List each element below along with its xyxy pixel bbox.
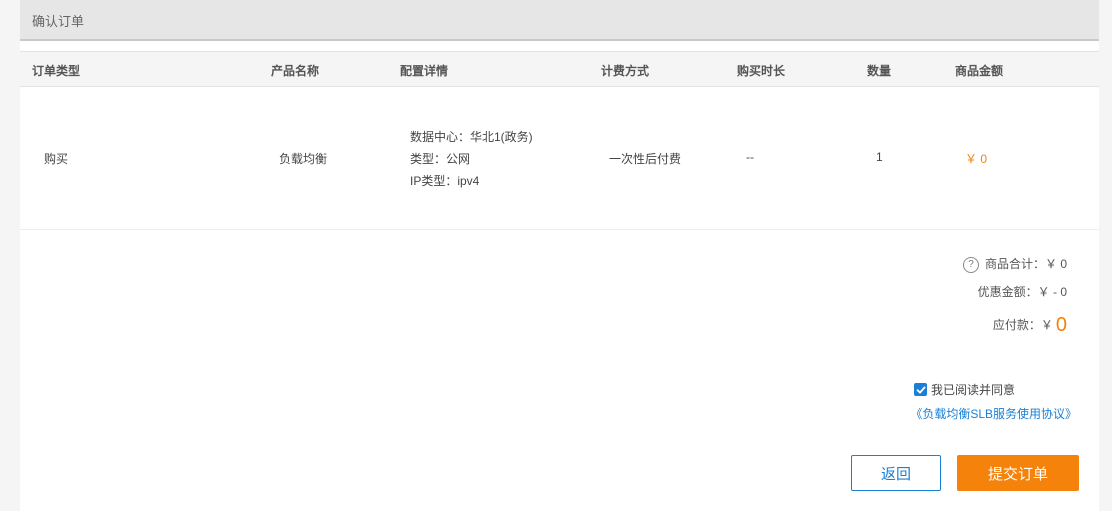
agreement-label: 我已阅读并同意 [931, 383, 1016, 397]
col-order-type: 订单类型 [32, 64, 81, 78]
panel-header: 确认订单 [20, 0, 1099, 41]
config-datacenter: 数据中心：华北1(政务) [410, 130, 533, 144]
payable-amount: 应付款：￥ 0 [993, 314, 1067, 337]
col-duration: 购买时长 [737, 64, 786, 78]
cell-billing: 一次性后付费 [609, 152, 682, 166]
table-header: 订单类型 产品名称 配置详情 计费方式 购买时长 数量 商品金额 [20, 51, 1099, 87]
panel-title: 确认订单 [32, 14, 85, 29]
payable-label: 应付款：￥ [992, 318, 1053, 332]
cell-quantity: 1 [876, 150, 883, 164]
cell-amount: ￥ 0 [965, 152, 988, 166]
question-circle-icon[interactable]: ? [962, 256, 979, 273]
back-button[interactable]: 返回 [851, 455, 941, 491]
col-amount: 商品金额 [955, 64, 1004, 78]
col-billing: 计费方式 [601, 64, 650, 78]
col-config: 配置详情 [400, 64, 449, 78]
cell-duration: -- [746, 150, 754, 164]
cell-product-name: 负载均衡 [279, 152, 328, 166]
cell-order-type: 购买 [44, 152, 69, 166]
goods-total-text: 商品合计：￥ 0 [984, 257, 1067, 271]
col-quantity: 数量 [867, 64, 892, 78]
agreement-link[interactable]: 《负载均衡SLB服务使用协议》 [910, 405, 1077, 422]
config-ip-type: IP类型：ipv4 [410, 174, 480, 188]
agreement-row: 我已阅读并同意 [914, 381, 1015, 398]
discount-amount: 优惠金额：￥ - 0 [977, 285, 1067, 299]
agreement-checkbox[interactable] [914, 383, 927, 396]
submit-order-button[interactable]: 提交订单 [957, 455, 1079, 491]
payable-value: 0 [1055, 314, 1067, 336]
table-row: 购买 负载均衡 数据中心：华北1(政务) 类型：公网 IP类型：ipv4 一次性… [20, 86, 1099, 230]
col-product-name: 产品名称 [271, 64, 320, 78]
goods-total: ? 商品合计：￥ 0 [962, 255, 1067, 273]
config-type: 类型：公网 [410, 152, 471, 166]
order-panel: 确认订单 订单类型 产品名称 配置详情 计费方式 购买时长 数量 商品金额 购买… [20, 0, 1099, 511]
check-icon [916, 386, 925, 393]
